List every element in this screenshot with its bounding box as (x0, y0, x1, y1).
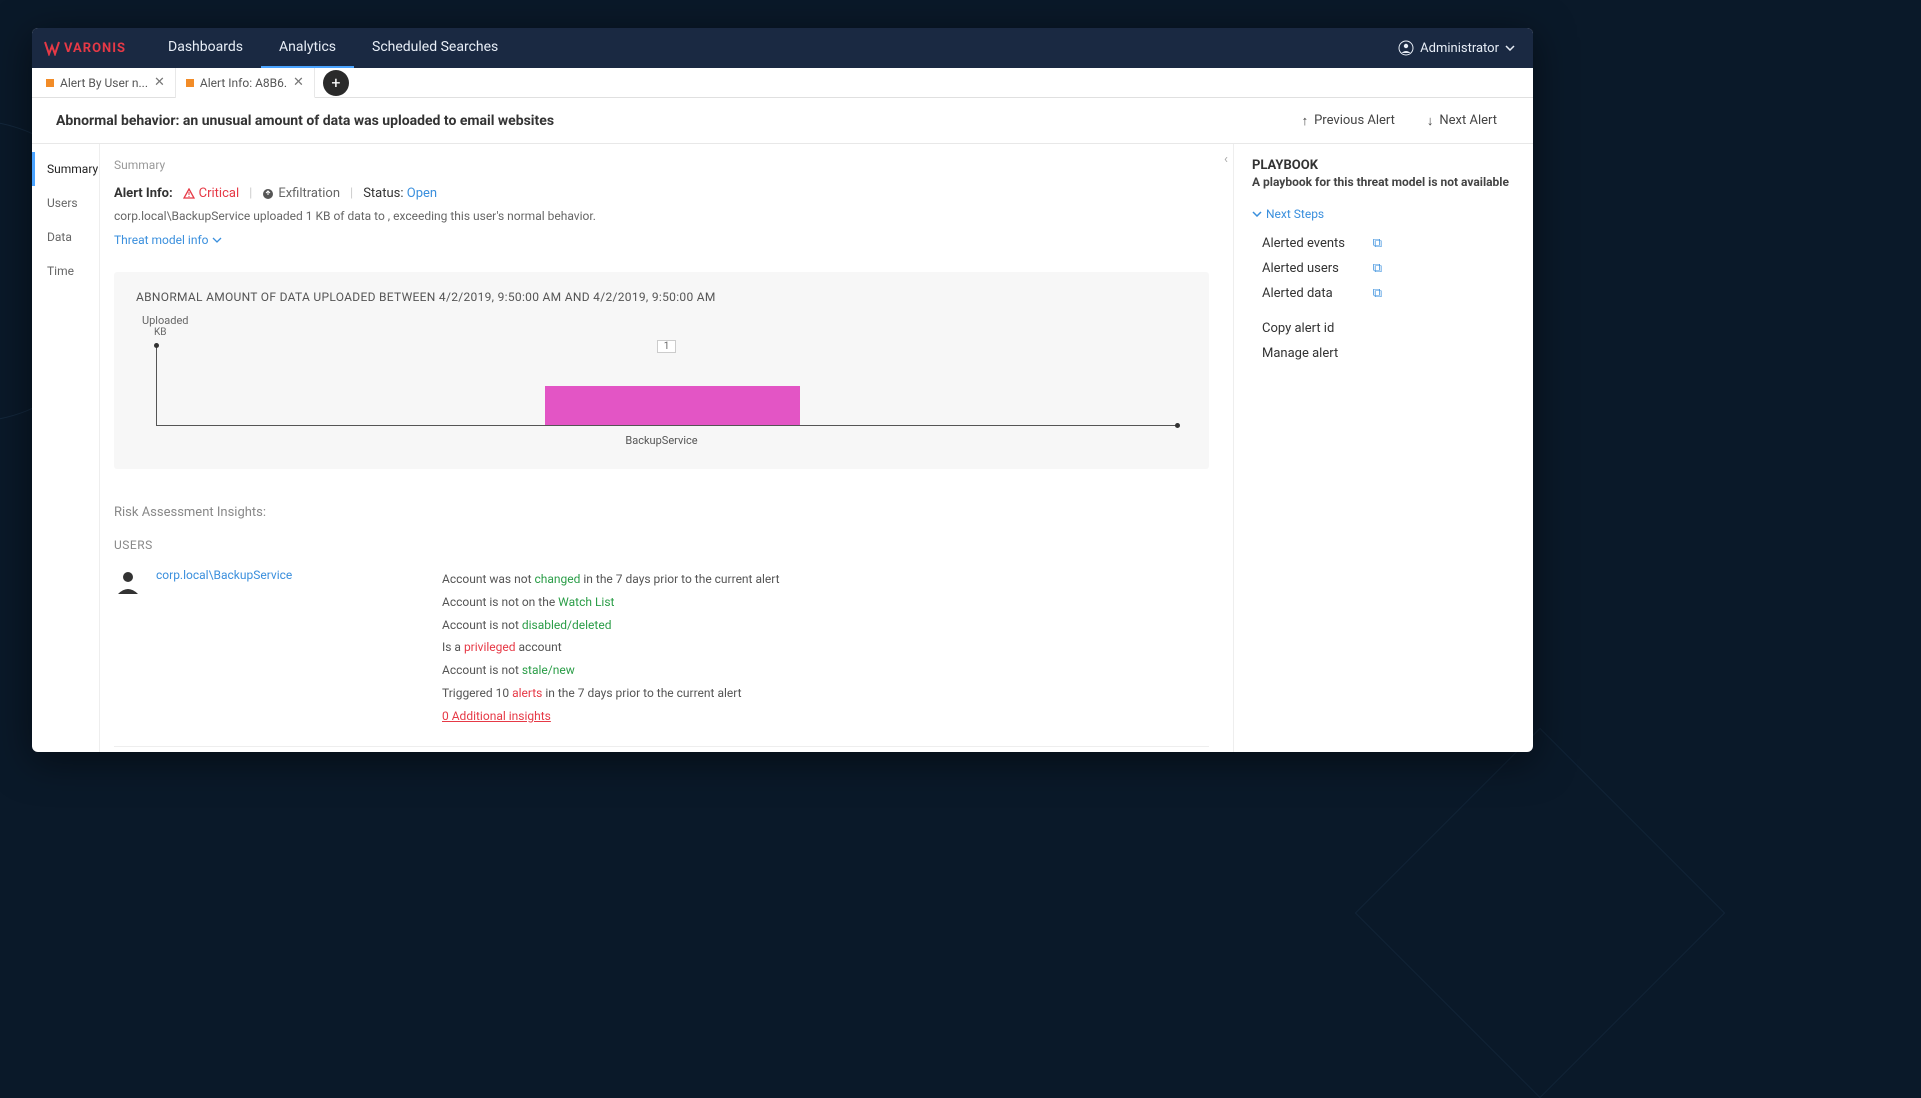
add-tab-button[interactable]: + (323, 70, 349, 96)
chart-value-label: 1 (657, 340, 677, 353)
close-icon[interactable]: ✕ (154, 75, 165, 90)
playbook-items: Alerted events⧉ Alerted users⧉ Alerted d… (1262, 231, 1515, 306)
user-link[interactable]: corp.local\BackupService (156, 568, 292, 582)
nav-dashboards[interactable]: Dashboards (150, 28, 261, 68)
chart-card: ABNORMAL AMOUNT OF DATA UPLOADED BETWEEN… (114, 272, 1209, 469)
severity-badge: Critical (183, 186, 239, 201)
status-value: Open (407, 186, 437, 201)
tab-alert-info[interactable]: Alert Info: A8B6. ✕ (176, 68, 315, 98)
title-bar: Abnormal behavior: an unusual amount of … (32, 98, 1533, 144)
collapse-panel-button[interactable]: ‹ (1224, 152, 1228, 167)
main-content: Summary Alert Info: Critical | Exfiltrat… (100, 144, 1233, 752)
brand-logo: VARONIS (44, 40, 126, 56)
manage-alert-action[interactable]: Manage alert (1262, 341, 1515, 366)
chevron-down-icon (1505, 45, 1515, 51)
open-external-icon: ⧉ (1373, 286, 1382, 301)
alert-description: corp.local\BackupService uploaded 1 KB o… (114, 209, 1209, 223)
vtab-users[interactable]: Users (32, 186, 99, 220)
playbook-title: PLAYBOOK (1252, 158, 1515, 173)
chevron-down-icon (212, 237, 222, 243)
open-external-icon: ⧉ (1373, 236, 1382, 251)
tab-indicator-icon (186, 79, 194, 87)
vtab-summary[interactable]: Summary (32, 152, 99, 186)
top-nav: Dashboards Analytics Scheduled Searches (150, 28, 516, 68)
user-icon (114, 568, 142, 600)
axis-end-icon (1175, 423, 1180, 428)
tab-label: Alert Info: A8B6. (200, 76, 287, 90)
arrow-up-icon: ↑ (1302, 113, 1309, 129)
alerted-users-link[interactable]: Alerted users⧉ (1262, 256, 1382, 281)
alerted-events-link[interactable]: Alerted events⧉ (1262, 231, 1382, 256)
arrow-down-icon: ↓ (1427, 113, 1434, 129)
chevron-down-icon (1252, 211, 1262, 217)
risk-heading: Risk Assessment Insights: (114, 505, 1209, 520)
playbook-description: A playbook for this threat model is not … (1252, 175, 1515, 189)
nav-analytics[interactable]: Analytics (261, 28, 354, 68)
chart-bar (545, 386, 800, 426)
chart-ylabel-2: KB (154, 327, 1187, 338)
vertical-tabs: Summary Users Data Time (32, 144, 100, 752)
section-heading: Summary (114, 158, 1209, 172)
playbook-actions: Copy alert id Manage alert (1262, 316, 1515, 366)
chart-ylabel-1: Uploaded (142, 314, 1187, 327)
tab-bar: Alert By User n... ✕ Alert Info: A8B6. ✕… (32, 68, 1533, 98)
open-external-icon: ⧉ (1373, 261, 1382, 276)
playbook-panel: ‹ PLAYBOOK A playbook for this threat mo… (1233, 144, 1533, 752)
threat-model-info-link[interactable]: Threat model info (114, 233, 222, 247)
previous-alert-button[interactable]: ↑ Previous Alert (1290, 107, 1407, 135)
tab-label: Alert By User n... (60, 76, 148, 90)
nav-scheduled-searches[interactable]: Scheduled Searches (354, 28, 516, 68)
page-title: Abnormal behavior: an unusual amount of … (56, 113, 554, 129)
user-icon (1398, 40, 1414, 56)
risk-user-insights: Account was not changed in the 7 days pr… (442, 568, 780, 728)
brand-text: VARONIS (64, 41, 126, 56)
risk-users-row: corp.local\BackupService Account was not… (114, 562, 1209, 747)
user-menu[interactable]: Administrator (1398, 40, 1521, 56)
logo-icon (44, 40, 60, 56)
tab-indicator-icon (46, 79, 54, 87)
chart-x-label: BackupService (136, 434, 1187, 447)
chart-title: ABNORMAL AMOUNT OF DATA UPLOADED BETWEEN… (136, 290, 1187, 304)
vtab-data[interactable]: Data (32, 220, 99, 254)
app-window: VARONIS Dashboards Analytics Scheduled S… (32, 28, 1533, 752)
next-steps-toggle[interactable]: Next Steps (1252, 207, 1515, 221)
tab-alert-by-user[interactable]: Alert By User n... ✕ (36, 68, 176, 98)
risk-users-heading: USERS (114, 538, 1209, 552)
alert-info-line: Alert Info: Critical | Exfiltration | St… (114, 186, 1209, 201)
alerted-data-link[interactable]: Alerted data⧉ (1262, 281, 1382, 306)
risk-user-identity: corp.local\BackupService (114, 568, 394, 728)
chart-plot: 1 (156, 346, 1177, 426)
alert-info-label: Alert Info: (114, 186, 173, 201)
close-icon[interactable]: ✕ (293, 75, 304, 90)
next-alert-button[interactable]: ↓ Next Alert (1415, 107, 1509, 135)
top-bar: VARONIS Dashboards Analytics Scheduled S… (32, 28, 1533, 68)
additional-insights-link[interactable]: 0 Additional insights (442, 705, 780, 728)
axis-end-icon (154, 343, 159, 348)
exfiltration-icon (262, 188, 274, 200)
warning-icon (183, 188, 195, 200)
copy-alert-id-action[interactable]: Copy alert id (1262, 316, 1515, 341)
content-area: Summary Users Data Time Summary Alert In… (32, 144, 1533, 752)
status-label: Status: Open (363, 186, 437, 201)
vtab-time[interactable]: Time (32, 254, 99, 288)
category-badge: Exfiltration (262, 186, 340, 201)
user-name: Administrator (1420, 41, 1499, 56)
